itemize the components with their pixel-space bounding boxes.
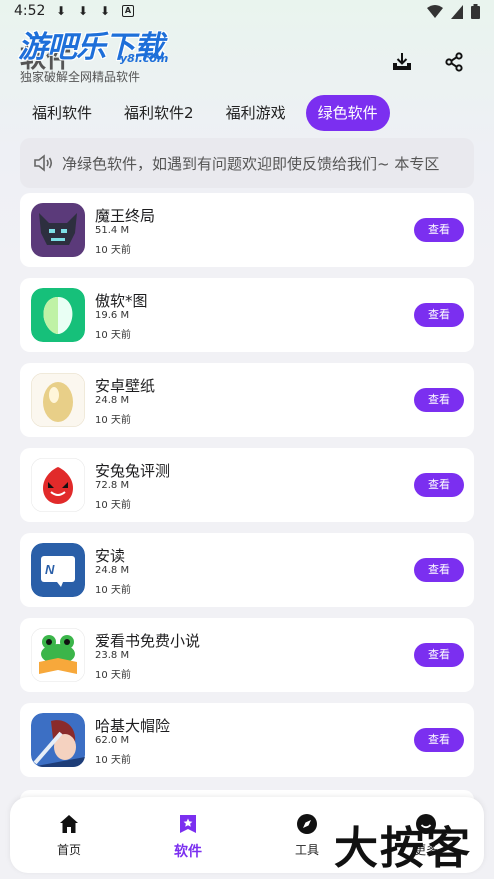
logo-domain: y8l.com [120,52,169,65]
app-card[interactable]: N 安读 24.8 M 10 天前 查看 [20,533,474,607]
view-button[interactable]: 查看 [414,303,464,327]
app-icon-frog-book [31,628,85,682]
app-updated-time: 10 天前 [95,585,131,596]
status-time: 4:52 [14,3,46,19]
download-notification-icon: ⬇ [100,4,111,18]
app-updated-time: 10 天前 [95,670,131,681]
download-notification-icon: ⬇ [78,4,89,18]
view-button[interactable]: 查看 [414,728,464,752]
view-button[interactable]: 查看 [414,473,464,497]
nav-item-home[interactable]: 首页 [29,813,109,858]
svg-text:N: N [45,562,55,577]
app-card[interactable]: 安卓壁纸 24.8 M 10 天前 查看 [20,363,474,437]
header: 软件 游吧乐下载 y8l.com 独家破解全网精品软件 [0,22,494,92]
share-icon [445,52,463,72]
tab-welfare-software-2[interactable]: 福利软件2 [112,95,206,131]
speaker-icon [34,154,53,172]
star-badge-icon [180,815,196,833]
app-icon-egg-wallpaper [31,373,85,427]
tab-welfare-software[interactable]: 福利软件 [20,95,104,131]
app-card[interactable]: 哈基大帽险 62.0 M 10 天前 查看 [20,703,474,777]
view-button[interactable]: 查看 [414,388,464,412]
battery-icon [471,4,480,19]
app-updated-time: 10 天前 [95,245,131,256]
nav-label: 首页 [56,843,81,857]
app-size: 62.0 M [95,735,130,746]
download-tray-icon [393,53,411,70]
app-size: 24.8 M [95,395,130,406]
app-name: 傲软*图 [95,292,148,310]
notice-text: 净绿色软件，如遇到有问题欢迎即使反馈给我们~ 本专区 [62,154,440,173]
app-notification-icon: A [122,5,134,17]
nav-item-software[interactable]: 软件 [148,813,228,861]
app-card[interactable]: 爱看书免费小说 23.8 M 10 天前 查看 [20,618,474,692]
notice-banner: 净绿色软件，如遇到有问题欢迎即使反馈给我们~ 本专区 [20,138,474,188]
app-name: 安卓壁纸 [95,377,156,395]
download-notification-icon: ⬇ [56,4,67,18]
app-updated-time: 10 天前 [95,500,131,511]
tab-welfare-games[interactable]: 福利游戏 [214,95,298,131]
wifi-icon [427,4,443,18]
category-tabs: 福利软件 福利软件2 福利游戏 绿色软件 [20,95,390,131]
nav-label: 软件 [174,844,202,860]
app-name: 哈基大帽险 [95,717,171,735]
app-icon-demon-king [31,203,85,257]
status-bar: 4:52 ⬇ ⬇ ⬇ A [0,0,494,24]
app-card[interactable]: 傲软*图 19.6 M 10 天前 查看 [20,278,474,352]
app-name: 爱看书免费小说 [95,632,201,650]
view-button[interactable]: 查看 [414,218,464,242]
view-button[interactable]: 查看 [414,558,464,582]
app-icon-apowersoft [31,288,85,342]
app-name: 魔王终局 [95,207,156,225]
app-icon-anime-adventure [31,713,85,767]
app-name: 安兔兔评测 [95,462,171,480]
app-updated-time: 10 天前 [95,755,131,766]
app-updated-time: 10 天前 [95,415,131,426]
app-size: 51.4 M [95,225,130,236]
home-icon [60,815,78,833]
app-name: 安读 [95,547,126,565]
app-size: 23.8 M [95,650,130,661]
app-size: 24.8 M [95,565,130,576]
download-manager-button[interactable] [390,50,414,74]
view-button[interactable]: 查看 [414,643,464,667]
app-icon-andu-reader: N [31,543,85,597]
app-size: 19.6 M [95,310,130,321]
page-subtitle: 独家破解全网精品软件 [20,70,141,84]
signal-icon [451,4,463,19]
app-card[interactable]: 魔王终局 51.4 M 10 天前 查看 [20,193,474,267]
app-icon-antutu [31,458,85,512]
compass-icon [297,814,317,834]
app-updated-time: 10 天前 [95,330,131,341]
site-logo: 游吧乐下载 y8l.com [18,22,168,66]
watermark: 大按客 [334,823,472,874]
app-card[interactable]: 安兔兔评测 72.8 M 10 天前 查看 [20,448,474,522]
share-button[interactable] [442,50,466,74]
app-list: 魔王终局 51.4 M 10 天前 查看 傲软*图 19.6 M 10 天前 查… [20,193,474,788]
app-size: 72.8 M [95,480,130,491]
tab-green-software[interactable]: 绿色软件 [305,95,390,131]
